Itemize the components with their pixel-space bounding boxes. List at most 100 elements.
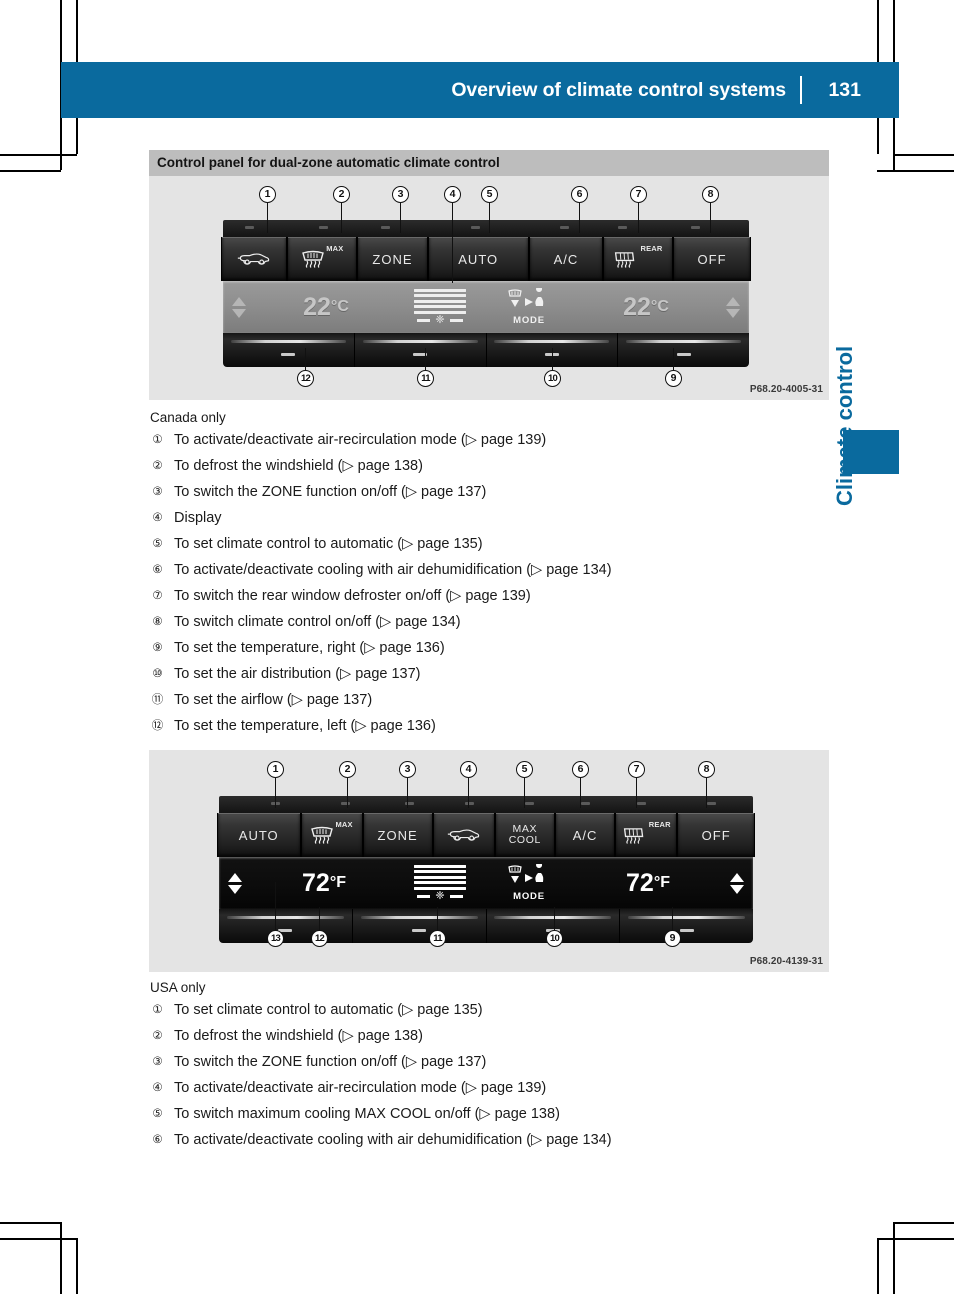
button-windshield-defrost-max[interactable]: MAX [287,237,358,281]
rail-dot [707,802,716,805]
temperature-stepper-left[interactable] [223,296,255,318]
callout-11: 11 [417,370,434,387]
temp-down-arrow-right-icon[interactable] [730,884,744,894]
list-item-number: ④ [152,1082,163,1094]
callout-7: 7 [630,186,647,203]
list-item-number: ⑨ [152,642,163,654]
list-item-text: Display [174,510,222,526]
list-item-number: ⑤ [152,538,163,550]
list-item-number: ⑥ [152,1134,163,1146]
temp-up-arrow-left-icon[interactable] [228,872,242,882]
crop-mark-bottom-right-v2 [877,1238,879,1294]
callout-usa-10: 10 [546,930,563,947]
list-item-number: ③ [152,486,163,498]
list-item: ⑤ To set climate control to automatic (▷… [149,531,829,557]
vent[interactable] [353,909,487,943]
rail-dot [381,226,390,229]
temp-down-arrow-left-icon[interactable] [232,308,246,318]
list-item-number: ⑤ [152,1108,163,1120]
callout-10: 10 [544,370,561,387]
temperature-stepper-right-usa[interactable] [721,872,753,894]
button-rear-window-defroster-usa[interactable]: REAR [615,813,678,857]
rail-dot [245,226,254,229]
list-item-number: ③ [152,1056,163,1068]
temperature-stepper-right[interactable] [717,296,749,318]
leader-7 [638,203,640,233]
list-item-number: ⑦ [152,590,163,602]
rear-window-defroster-icon [613,251,639,268]
leader-usa-11 [437,907,439,930]
rail-dot [341,802,350,805]
temp-up-arrow-right-icon[interactable] [730,872,744,882]
list-item: ③ To switch the ZONE function on/off (▷ … [149,479,829,505]
vent[interactable] [223,333,355,367]
vent-strip-canada [223,333,749,367]
button-off-label-usa: OFF [701,827,731,843]
callout-usa-4: 4 [460,761,477,778]
rail-dot [691,226,700,229]
temp-down-arrow-right-icon[interactable] [726,308,740,318]
list-usa: ① To set climate control to automatic (▷… [149,997,829,1153]
button-auto-label-usa: AUTO [238,827,279,843]
button-zone-usa[interactable]: ZONE [362,813,433,857]
temperature-right: 22°C [575,293,717,322]
button-max-superscript: MAX [326,244,344,253]
button-air-recirculation-usa[interactable] [432,813,495,857]
list-item: ⑥ To activate/deactivate cooling with ai… [149,1127,829,1153]
list-item-text: To activate/deactivate air-recirculation… [174,1080,547,1096]
temperature-right-value: 22 [623,292,651,321]
vent[interactable] [219,909,353,943]
callout-4: 4 [444,186,461,203]
button-max-cool[interactable]: MAX COOL [494,813,555,857]
button-zone[interactable]: ZONE [357,237,428,281]
temp-up-arrow-right-icon[interactable] [726,296,740,306]
callout-5: 5 [481,186,498,203]
list-item-text: To switch maximum cooling MAX COOL on/of… [174,1106,560,1122]
air-distribution-indicator-canada: MODE [483,288,575,326]
vent[interactable] [618,333,749,367]
list-item-number: ④ [152,512,163,524]
list-item: ① To set climate control to automatic (▷… [149,997,829,1023]
temperature-stepper-left-usa[interactable] [219,872,251,894]
button-auto[interactable]: AUTO [427,237,529,281]
button-air-recirculation[interactable] [221,237,288,281]
rear-window-defroster-icon [622,827,648,844]
leader-12 [305,348,307,370]
crop-mark-bottom-right-h2 [877,1238,954,1240]
button-row-canada: MAX ZONE AUTO A/C REAR OFF [221,237,752,281]
temp-up-arrow-left-icon[interactable] [232,296,246,306]
temp-down-arrow-left-icon[interactable] [228,884,242,894]
leader-usa-5 [524,778,526,808]
button-off[interactable]: OFF [673,237,752,281]
button-rear-window-defroster[interactable]: REAR [602,237,674,281]
vent[interactable] [355,333,487,367]
button-rail [219,796,753,813]
list-item-number: ① [152,434,163,446]
vent[interactable] [620,909,753,943]
button-auto-usa[interactable]: AUTO [217,813,301,857]
leader-2 [341,203,343,233]
callout-6: 6 [571,186,588,203]
button-ac[interactable]: A/C [528,237,603,281]
button-ac-usa[interactable]: A/C [554,813,616,857]
button-windshield-defrost-max-usa[interactable]: MAX [300,813,363,857]
header-divider [800,76,802,104]
mode-glyph-icon [508,864,544,883]
crop-mark-bottom-left-h2 [0,1238,77,1240]
leader-8 [710,203,712,233]
button-rear-superscript: REAR [640,244,663,253]
leader-usa-12 [319,907,321,930]
fan-icon: ❈ [435,314,445,327]
button-rail [223,220,749,237]
airflow-indicator-canada: ❈ [397,288,483,327]
windshield-defrost-icon [310,826,334,844]
list-item-text: To defrost the windshield (▷ page 138) [174,1028,423,1044]
callout-usa-1: 1 [267,761,284,778]
crop-mark-bottom-left-v2 [76,1238,78,1294]
list-item: ⑨ To set the temperature, right (▷ page … [149,635,829,661]
mode-glyph-icon [508,288,544,307]
list-item: ⑦ To switch the rear window defroster on… [149,583,829,609]
button-off-usa[interactable]: OFF [677,813,756,857]
callout-usa-9: 9 [664,930,681,947]
leader-usa-13 [275,882,277,930]
